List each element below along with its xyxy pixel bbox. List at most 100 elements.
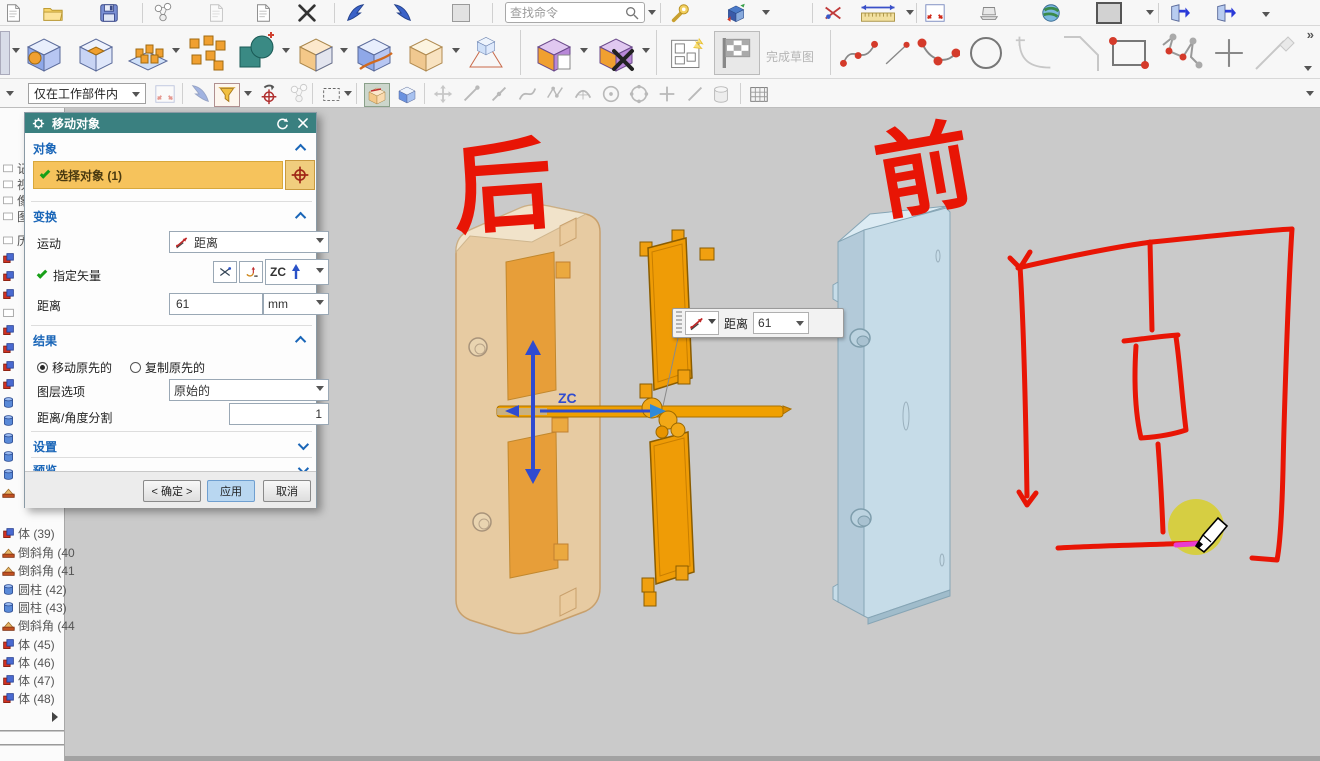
radio-move-original[interactable] <box>37 362 48 373</box>
fillet-icon[interactable] <box>1014 31 1054 75</box>
tree-row[interactable] <box>2 376 15 392</box>
snap-handle-icon[interactable] <box>432 83 454 105</box>
reset-filter-icon[interactable] <box>190 83 212 105</box>
studio-spline-icon[interactable] <box>840 31 878 75</box>
motion-combobox[interactable]: 距离 <box>169 231 329 253</box>
select-object-row[interactable]: 选择对象 (1) <box>33 161 283 189</box>
snap-arc-center-icon[interactable] <box>572 83 594 105</box>
vector-inferred-button[interactable] <box>213 261 237 283</box>
shaded-with-edges-button[interactable] <box>364 83 390 107</box>
orient-wcs-icon[interactable] <box>258 83 280 105</box>
cancel-button[interactable]: 取消 <box>263 480 311 502</box>
line-point-icon[interactable] <box>882 31 912 75</box>
snap-face-icon[interactable] <box>710 83 732 105</box>
swatch-icon[interactable] <box>452 4 470 22</box>
tree-row[interactable] <box>2 394 15 410</box>
apply-button[interactable]: 应用 <box>207 480 255 502</box>
rectangle-icon[interactable] <box>1106 31 1152 75</box>
distance-unit-combobox[interactable]: mm <box>263 293 329 315</box>
window-dropdown-caret[interactable] <box>1262 12 1270 21</box>
tree-row[interactable] <box>2 304 15 320</box>
row-overflow-caret[interactable] <box>1304 66 1312 75</box>
tree-item-body-48[interactable]: 体 (48) <box>2 690 55 706</box>
layer-option-combobox[interactable]: 原始的 <box>169 379 329 401</box>
replace-face-icon[interactable] <box>404 31 448 75</box>
dialog-header[interactable]: 移动对象 <box>25 113 316 133</box>
snap-ghost-icon[interactable] <box>288 83 310 105</box>
pattern-dropdown-caret[interactable] <box>172 48 180 57</box>
fit-window-icon[interactable] <box>924 2 946 24</box>
window-forward-icon[interactable] <box>1168 2 1190 24</box>
close-icon[interactable] <box>296 116 310 130</box>
section-object[interactable]: 对象 <box>33 139 310 157</box>
pattern-feature-icon[interactable] <box>126 31 170 75</box>
redo-icon[interactable] <box>392 2 414 24</box>
marquee-dropdown-caret[interactable] <box>344 91 352 100</box>
delete-dropdown-caret[interactable] <box>642 48 650 57</box>
filter-dropdown-caret[interactable] <box>244 91 252 100</box>
cavity-icon[interactable] <box>74 31 118 75</box>
show-display-icon[interactable] <box>978 2 1000 24</box>
copy-icon[interactable] <box>205 2 227 24</box>
draft-icon[interactable] <box>464 31 508 75</box>
arc-point-icon[interactable] <box>916 31 960 75</box>
row3-overflow-caret[interactable] <box>1306 91 1314 100</box>
tree-row[interactable] <box>2 286 15 302</box>
clipped-icon[interactable] <box>0 31 10 75</box>
window-switch-icon[interactable] <box>1214 2 1236 24</box>
tree-expand-arrow[interactable] <box>52 712 63 722</box>
tree-row[interactable] <box>2 448 15 464</box>
vector-axis-combobox[interactable]: ZC <box>265 259 329 285</box>
snap-point-icon[interactable] <box>656 83 678 105</box>
minibar-grip[interactable] <box>676 311 682 335</box>
extrude-icon[interactable] <box>22 31 66 75</box>
view-orientation-cube-icon[interactable] <box>716 1 756 25</box>
snap-quadrant-icon[interactable] <box>628 83 650 105</box>
open-file-icon[interactable] <box>36 2 70 24</box>
circle-icon[interactable] <box>964 31 1008 75</box>
tree-item-body-46[interactable]: 体 (46) <box>2 654 55 670</box>
move-dropdown-caret[interactable] <box>580 48 588 57</box>
true-shading-globe-icon[interactable] <box>1040 2 1062 24</box>
tree-row[interactable] <box>2 250 15 266</box>
background-swatch-icon[interactable] <box>1096 2 1122 24</box>
selection-scope-combobox[interactable]: 仅在工作部件内 <box>28 83 146 104</box>
undo-icon[interactable] <box>344 2 366 24</box>
new-file-icon[interactable] <box>2 2 24 24</box>
shaded-view-icon[interactable] <box>396 83 418 105</box>
sweep-icon[interactable] <box>352 31 396 75</box>
view-dropdown-caret[interactable] <box>762 10 770 19</box>
measure-dropdown-caret[interactable] <box>906 10 914 19</box>
tree-row[interactable] <box>2 268 15 284</box>
radio-copy-original[interactable] <box>130 362 141 373</box>
tree-item-chamfer-44[interactable]: 倒斜角 (44 <box>2 617 75 633</box>
tree-row[interactable] <box>2 358 15 374</box>
scatter-cubes-icon[interactable] <box>184 31 228 75</box>
quick-trim-icon[interactable] <box>1252 31 1296 75</box>
tree-row[interactable] <box>2 430 15 446</box>
tree-row[interactable] <box>2 322 15 338</box>
measure-point-icon[interactable] <box>822 2 844 24</box>
tree-item-body-45[interactable]: 体 (45) <box>2 636 55 652</box>
swatch-dropdown-caret[interactable] <box>1146 10 1154 19</box>
tree-item-chamfer-40[interactable]: 倒斜角 (40 <box>2 544 75 560</box>
tree-item-cylinder-42[interactable]: 圆柱 (42) <box>2 581 67 597</box>
pattern-layout-icon[interactable] <box>668 31 708 75</box>
search-dropdown-caret[interactable] <box>648 10 656 19</box>
delete-body-icon[interactable] <box>594 31 638 75</box>
section-transform[interactable]: 变换 <box>33 207 310 225</box>
tree-item-body-47[interactable]: 体 (47) <box>2 672 55 688</box>
save-icon[interactable] <box>98 2 120 24</box>
division-value-input[interactable]: 1 <box>229 403 329 425</box>
onscreen-distance-toolbar[interactable]: 距离 61 <box>672 308 844 338</box>
command-search-input[interactable]: 查找命令 <box>505 2 645 23</box>
tree-item-body-39[interactable]: 体 (39) <box>2 525 55 541</box>
distance-value-input[interactable]: 61 <box>169 293 263 315</box>
tree-item-cylinder-43[interactable]: 圆柱 (43) <box>2 599 67 615</box>
polyline-icon[interactable] <box>1158 31 1204 75</box>
section-result[interactable]: 结果 <box>33 331 310 349</box>
ok-button[interactable]: < 确定 > <box>143 480 201 502</box>
toolbar-overflow-chevron[interactable]: » <box>1307 27 1312 42</box>
minibar-distance-input[interactable]: 61 <box>753 312 809 334</box>
motion-type-button[interactable] <box>685 311 719 335</box>
